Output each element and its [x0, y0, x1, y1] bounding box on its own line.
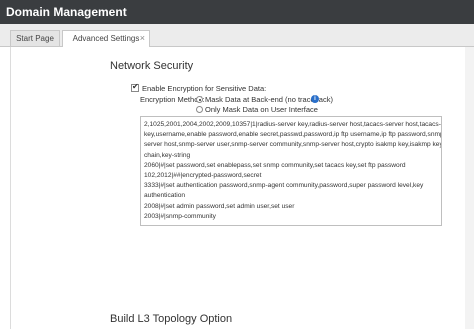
close-tab-icon[interactable]: ×	[140, 33, 145, 43]
tab-strip: Start Page Advanced Settings ×	[0, 24, 474, 47]
rule-line: 102,2012|##|encrypted-password,secret	[144, 172, 262, 180]
rule-line: 2060|#|set password,set enablepass,set s…	[144, 161, 406, 169]
mask-ui-label: Only Mask Data on User Interface	[205, 105, 318, 114]
rule-line: 2008|#|set admin password,set admin user…	[144, 202, 295, 210]
enable-encryption-checkbox[interactable]	[131, 82, 139, 92]
rule-line: authentication	[144, 192, 186, 200]
tab-start-page-label: Start Page	[16, 34, 54, 43]
tab-start-page[interactable]: Start Page	[10, 30, 60, 46]
rule-line: chain,key-string	[144, 151, 191, 159]
info-icon[interactable]: i	[311, 95, 319, 103]
title-bar: Domain Management	[0, 0, 474, 24]
rule-line: 2,1025,2001,2004,2002,2009,10357|1|radiu…	[144, 121, 442, 128]
sensitive-data-rules-textarea[interactable]: 2,1025,2001,2004,2002,2009,10357|1|radiu…	[140, 116, 442, 226]
scrollbar[interactable]	[465, 47, 474, 329]
tab-advanced-settings-label: Advanced Settings	[72, 34, 140, 43]
network-security-heading: Network Security	[110, 60, 194, 72]
build-l3-topology-heading: Build L3 Topology Option	[110, 313, 233, 325]
rule-line: server host,snmp-server user,snmp-server…	[144, 141, 442, 149]
app-title: Domain Management	[6, 5, 127, 19]
tab-advanced-settings[interactable]: Advanced Settings ×	[62, 30, 150, 47]
rule-line: key,username,enable password,enable secr…	[144, 131, 442, 139]
rule-line: 3333|#|set authentication password,snmp-…	[144, 182, 424, 190]
enable-encryption-label: Enable Encryption for Sensitive Data:	[142, 84, 267, 93]
mask-ui-radio[interactable]	[196, 106, 203, 113]
mask-backend-radio[interactable]	[196, 96, 203, 103]
encryption-method-label: Encryption Method:	[140, 95, 205, 104]
rule-line: 2003|#|snmp-community	[144, 212, 216, 220]
